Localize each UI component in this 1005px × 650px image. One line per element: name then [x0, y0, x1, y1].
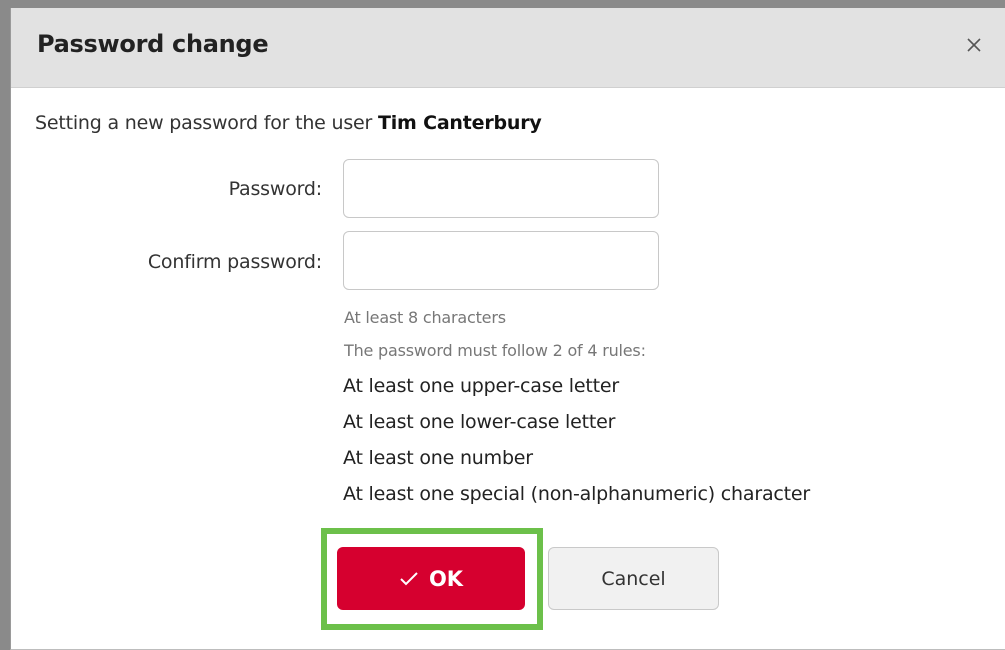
close-button[interactable] [959, 30, 989, 60]
rule-item: At least one lower-case letter [343, 411, 616, 433]
checkmark-icon [400, 571, 418, 585]
close-icon [967, 38, 981, 52]
password-change-dialog: Password change Setting a new password f… [10, 8, 1005, 650]
hint-rules-intro: The password must follow 2 of 4 rules: [344, 341, 646, 360]
cancel-button[interactable]: Cancel [548, 547, 719, 610]
ok-button[interactable]: OK [337, 547, 525, 610]
confirm-password-field[interactable] [343, 231, 659, 290]
user-name: Tim Canterbury [377, 112, 542, 134]
intro-prefix: Setting a new password for the user [35, 112, 378, 134]
password-label: Password: [228, 178, 323, 200]
password-field[interactable] [343, 159, 659, 218]
rule-item: At least one upper-case letter [343, 375, 619, 397]
rule-item: At least one special (non-alphanumeric) … [343, 483, 810, 505]
intro-text: Setting a new password for the user Tim … [35, 112, 542, 134]
dialog-title: Password change [37, 30, 269, 58]
dialog-header: Password change [11, 8, 1005, 88]
ok-button-label: OK [428, 566, 464, 591]
hint-min-length: At least 8 characters [344, 308, 506, 327]
confirm-password-label: Confirm password: [147, 251, 322, 273]
cancel-button-label: Cancel [601, 567, 666, 590]
rule-item: At least one number [343, 447, 533, 469]
